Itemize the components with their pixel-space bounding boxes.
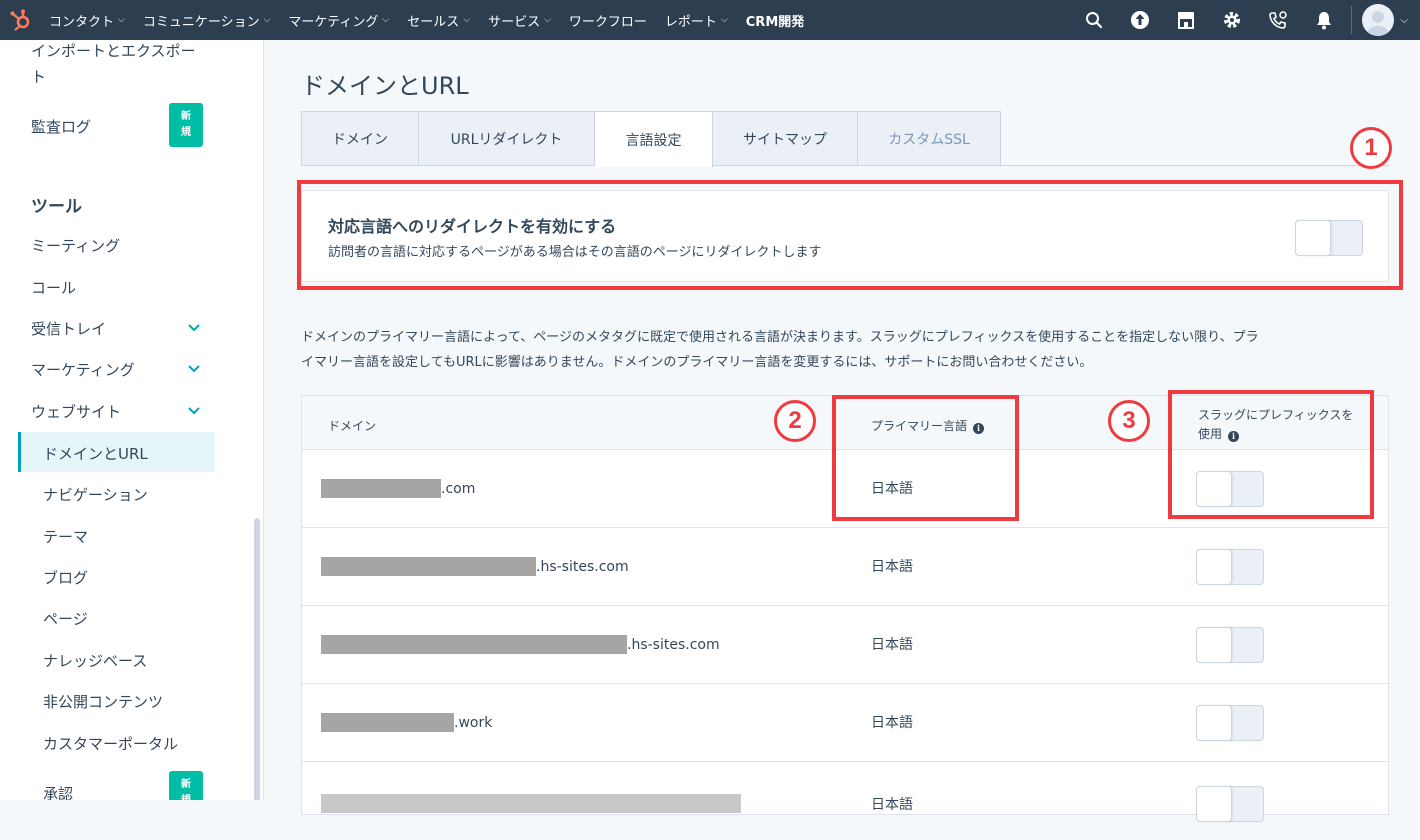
sidebar-item-private-content[interactable]: 非公開コンテンツ xyxy=(43,691,163,712)
notifications-icon[interactable] xyxy=(1301,0,1347,40)
chevron-down-icon: ⌵ xyxy=(463,15,471,25)
chevron-down-icon: ⌵ xyxy=(382,15,390,25)
settings-icon[interactable] xyxy=(1209,0,1255,40)
tab-bar: ドメイン URLリダイレクト 言語設定 サイトマップ カスタムSSL xyxy=(301,111,1001,167)
page-title: ドメインとURL xyxy=(301,72,469,100)
tab-sitemap[interactable]: サイトマップ xyxy=(713,111,858,166)
language-cell: 日本語 xyxy=(871,637,913,653)
tab-custom-ssl[interactable]: カスタムSSL xyxy=(858,111,1001,166)
slug-prefix-toggle[interactable] xyxy=(1196,786,1264,822)
menu-reports[interactable]: レポート ⌵ xyxy=(656,11,737,30)
upgrade-icon[interactable] xyxy=(1117,0,1163,40)
language-cell: 日本語 xyxy=(871,797,913,813)
menu-contacts[interactable]: コンタクト ⌵ xyxy=(40,11,134,30)
sidebar-item-website[interactable]: ウェブサイト xyxy=(31,401,121,422)
redacted-domain xyxy=(321,635,627,654)
table-row: 日本語 xyxy=(302,762,1388,840)
domain-cell: .hs-sites.com xyxy=(321,557,629,576)
language-cell: 日本語 xyxy=(871,715,913,731)
annotation-marker-3: 3 xyxy=(1108,400,1150,442)
redacted-domain xyxy=(321,479,441,498)
chevron-down-icon: ⌵ xyxy=(544,15,551,25)
settings-sidebar: インポートとエクスポー ト 監査ログ 新規 ツール ミーティング コール 受信ト… xyxy=(0,40,264,800)
redacted-domain xyxy=(321,713,454,732)
sidebar-item-import-export-line2[interactable]: ト xyxy=(31,66,46,87)
sidebar-heading-tools: ツール xyxy=(31,197,82,217)
chevron-down-icon[interactable] xyxy=(186,403,202,419)
sidebar-item-calls[interactable]: コール xyxy=(31,277,76,298)
menu-sales[interactable]: セールス ⌵ xyxy=(398,11,479,30)
domain-cell: .hs-sites.com xyxy=(321,635,720,654)
sidebar-item-marketing[interactable]: マーケティング xyxy=(31,359,135,380)
domain-cell: .com xyxy=(321,479,475,498)
tab-url-redirects[interactable]: URLリダイレクト xyxy=(419,111,595,166)
annotation-marker-2: 2 xyxy=(774,400,816,442)
sidebar-item-inbox[interactable]: 受信トレイ xyxy=(31,318,106,339)
redacted-domain xyxy=(321,794,741,813)
annotation-marker-1: 1 xyxy=(1350,127,1392,169)
tab-language-settings[interactable]: 言語設定 xyxy=(595,111,713,167)
slug-prefix-toggle[interactable] xyxy=(1196,705,1264,741)
sidebar-item-approvals[interactable]: 承認 xyxy=(43,783,73,800)
sidebar-item-meetings[interactable]: ミーティング xyxy=(31,235,120,256)
sidebar-item-audit-log[interactable]: 監査ログ xyxy=(31,116,91,137)
chevron-down-icon: ⌵ xyxy=(1400,14,1408,26)
column-header-domain: ドメイン xyxy=(328,419,377,433)
menu-conversations[interactable]: コミュニケーション ⌵ xyxy=(134,11,280,30)
main-menu: コンタクト ⌵ コミュニケーション ⌵ マーケティング ⌵ セールス ⌵ サービス ⌵ ワ… xyxy=(40,0,813,40)
sidebar-item-blog[interactable]: ブログ xyxy=(43,567,88,588)
annotation-box-primary-language xyxy=(832,395,1019,521)
table-row: .hs-sites.com 日本語 xyxy=(302,606,1388,684)
slug-prefix-toggle[interactable] xyxy=(1196,549,1264,585)
tab-domains[interactable]: ドメイン xyxy=(301,111,419,166)
sidebar-item-pages[interactable]: ページ xyxy=(43,608,88,629)
chevron-down-icon[interactable] xyxy=(186,361,202,377)
calling-icon[interactable] xyxy=(1255,0,1301,40)
chevron-down-icon: ⌵ xyxy=(263,15,271,25)
menu-service[interactable]: サービス ⌵ xyxy=(479,11,560,30)
domain-cell: .work xyxy=(321,713,492,732)
account-menu[interactable]: ⌵ xyxy=(1362,4,1420,36)
annotation-box-slug-prefix xyxy=(1168,390,1374,519)
nav-icons: ⌵ xyxy=(1071,0,1420,40)
hubspot-logo-icon[interactable] xyxy=(0,0,40,40)
slug-prefix-toggle[interactable] xyxy=(1196,627,1264,663)
sidebar-item-import-export-line1[interactable]: インポートとエクスポー xyxy=(31,40,196,61)
menu-workflows[interactable]: ワークフロー xyxy=(560,11,656,30)
new-badge: 新規 xyxy=(169,771,203,800)
search-icon[interactable] xyxy=(1071,0,1117,40)
chevron-down-icon: ⌵ xyxy=(118,15,125,25)
sidebar-item-domains-urls[interactable]: ドメインとURL xyxy=(43,443,148,464)
new-badge: 新規 xyxy=(169,103,203,147)
menu-marketing[interactable]: マーケティング ⌵ xyxy=(279,11,398,30)
primary-language-info: ドメインのプライマリー言語によって、ページのメタタグに既定で使用される言語が決ま… xyxy=(301,330,1259,370)
table-row: .work 日本語 xyxy=(302,684,1388,762)
sidebar-item-themes[interactable]: テーマ xyxy=(43,526,88,547)
sidebar-item-knowledge-base[interactable]: ナレッジベース xyxy=(43,650,147,671)
annotation-box-redirect xyxy=(297,180,1403,290)
sidebar-item-navigation[interactable]: ナビゲーション xyxy=(43,484,148,505)
chevron-down-icon[interactable] xyxy=(186,320,202,336)
nav-divider xyxy=(1351,6,1353,34)
redacted-domain xyxy=(321,557,536,576)
menu-crm-development[interactable]: CRM開発 xyxy=(737,11,814,30)
sidebar-item-customer-portal[interactable]: カスタマーポータル xyxy=(43,733,178,754)
domain-cell xyxy=(321,794,741,813)
sidebar-scrollbar[interactable] xyxy=(254,518,260,800)
chevron-down-icon: ⌵ xyxy=(720,15,728,25)
language-cell: 日本語 xyxy=(871,559,913,575)
table-row: .hs-sites.com 日本語 xyxy=(302,528,1388,606)
avatar xyxy=(1362,4,1395,36)
top-navigation: コンタクト ⌵ コミュニケーション ⌵ マーケティング ⌵ セールス ⌵ サービス ⌵ ワ… xyxy=(0,0,1420,40)
marketplace-icon[interactable] xyxy=(1163,0,1209,40)
